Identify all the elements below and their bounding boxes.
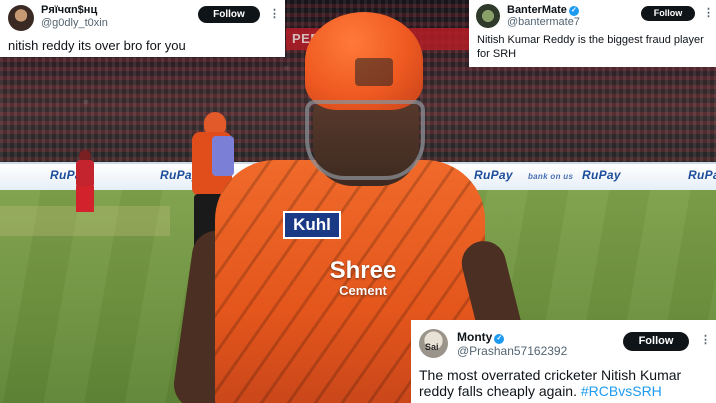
board-ad-tagline: bank on us: [528, 172, 574, 181]
tweet-text: The most overrated cricketer Nitish Kuma…: [419, 367, 711, 399]
tweet-author-name[interactable]: BanterMate: [507, 4, 567, 16]
board-ad: RuPay: [582, 168, 621, 182]
tweet-author-name[interactable]: Pяïчαn$нц: [41, 4, 97, 16]
helmet-crest: [355, 58, 393, 86]
tweet-author-handle[interactable]: @Prashan57162392: [457, 344, 567, 358]
follow-button[interactable]: Follow: [641, 6, 695, 21]
tweet-card[interactable]: BanterMate ✓ @bantermate7 Follow ⋮ Nitish…: [469, 0, 716, 67]
tweet-author-handle[interactable]: @bantermate7: [507, 16, 580, 28]
verified-badge-icon: ✓: [568, 6, 579, 16]
avatar[interactable]: [8, 5, 34, 31]
tweet-author-name-row[interactable]: Monty ✓: [457, 330, 505, 344]
tweet-author-name[interactable]: Monty: [457, 330, 492, 344]
sponsor-line-1: Shree: [329, 257, 397, 284]
board-ad: RuPay: [688, 168, 716, 182]
hashtag-link[interactable]: #RCBvsSRH: [581, 383, 662, 399]
verified-badge-icon: ✓: [494, 334, 505, 344]
helmet-grille: [305, 100, 425, 180]
avatar[interactable]: [476, 4, 500, 28]
fielder-far: [70, 150, 100, 214]
tweet-text: Nitish Kumar Reddy is the biggest fraud …: [477, 34, 704, 60]
jersey-sponsor-shree-cement: Shree Cement: [313, 258, 413, 298]
follow-button[interactable]: Follow: [198, 6, 260, 23]
more-options-icon[interactable]: ⋮: [269, 7, 280, 20]
more-options-icon[interactable]: ⋮: [703, 6, 714, 19]
avatar-label: Sai: [425, 342, 439, 352]
more-options-icon[interactable]: ⋮: [700, 333, 711, 346]
tweet-card[interactable]: Sai Monty ✓ @Prashan57162392 Follow ⋮ The…: [411, 320, 716, 403]
tweet-text: nitish reddy its over bro for you: [8, 38, 186, 53]
tweet-author-name-row[interactable]: BanterMate ✓: [507, 4, 579, 16]
follow-button[interactable]: Follow: [623, 332, 689, 351]
tweet-card[interactable]: Pяïчαn$нц @g0dly_t0xin Follow ⋮ nitish r…: [0, 0, 285, 57]
sponsor-line-2: Cement: [339, 283, 387, 298]
jersey-sponsor-kuhl: Kuhl: [283, 211, 341, 239]
tweet-author-handle[interactable]: @g0dly_t0xin: [41, 17, 108, 29]
